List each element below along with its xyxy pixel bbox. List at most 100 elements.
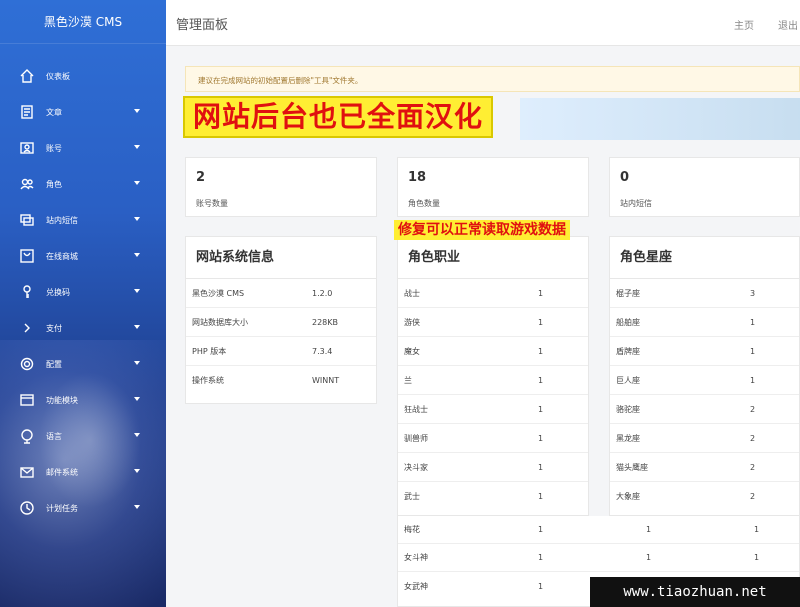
stat-label: 账号数量 [196,199,228,208]
row-key: 狂战士 [404,404,428,414]
table-row: 兰1 [398,366,588,395]
sidebar-item-shop[interactable]: 在线商城 [0,238,166,274]
sidebar-item-label: 角色 [46,179,62,189]
row-key: PHP 版本 [192,346,227,356]
home-icon [18,67,36,85]
globe-icon [18,427,36,445]
row-value: 1 [538,525,544,534]
chevron-down-icon [134,253,140,257]
chevron-down-icon [134,145,140,149]
row-key: 黑色沙漠 CMS [192,288,245,298]
row-key: 网站数据库大小 [192,317,248,327]
row-key: 战士 [404,288,420,298]
table-row: 操作系统 WINNT [186,366,376,395]
stat-card-accounts: 2 账号数量 [185,157,377,217]
brand-title[interactable]: 黑色沙漠 CMS [0,0,166,44]
row-value: 1 [538,492,544,501]
sidebar-item-label: 在线商城 [46,251,78,261]
row-key: 大象座 [616,492,640,501]
row-value: 2 [750,462,756,472]
overlay-caption-main: 网站后台也已全面汉化 [183,96,494,138]
chevron-down-icon [134,469,140,473]
row-key: 游侠 [404,317,420,327]
row-key: 盾牌座 [616,346,640,356]
table-row: 大象座 2 [610,482,799,511]
sidebar-item-redeem-codes[interactable]: 兑换码 [0,274,166,310]
table-row: 巨人座 1 [610,366,799,395]
row-value: 1 [538,346,544,356]
stat-value: 18 [408,170,427,185]
chevron-down-icon [134,109,140,113]
table-row: 女斗神 1 1 1 [398,544,799,572]
gear-icon [18,355,36,373]
chevron-down-icon [134,217,140,221]
row-value: 1 [538,375,544,385]
sidebar-item-mail[interactable]: 邮件系统 [0,454,166,490]
sidebar: 黑色沙漠 CMS 仪表板 文章 账号 角色 站内短信 在线商城 兑换码 支付 配… [0,0,166,607]
table-row: 网站数据库大小 228KB [186,308,376,337]
panel-title: 角色星座 [610,237,799,279]
table-row: 盾牌座 1 [610,337,799,366]
logout-link[interactable]: 退出 [778,17,798,32]
sidebar-item-accounts[interactable]: 账号 [0,130,166,166]
sidebar-item-articles[interactable]: 文章 [0,94,166,130]
row-value: 1 [646,553,652,562]
sidebar-nav: 仪表板 文章 账号 角色 站内短信 在线商城 兑换码 支付 配置 功能模块 语言… [0,58,166,526]
messages-icon [18,211,36,229]
row-value: 2 [750,492,756,501]
page-title: 管理面板 [176,18,229,33]
stat-card-characters: 18 角色数量 [397,157,589,217]
watermark-banner: www.tiaozhuan.net [590,577,800,607]
row-key: 武士 [404,492,420,501]
stat-value: 0 [620,170,630,185]
home-link[interactable]: 主页 [734,17,754,32]
chevron-down-icon [134,325,140,329]
row-value: 1 [538,404,544,414]
chevron-right-icon [18,319,36,337]
sidebar-item-modules[interactable]: 功能模块 [0,382,166,418]
row-value: 1 [754,553,760,562]
row-value: 1 [538,288,544,298]
sidebar-item-label: 兑换码 [46,287,70,297]
row-key: 棍子座 [616,288,640,298]
row-value: 2 [750,404,756,414]
row-value: 1 [538,553,544,562]
row-key: 决斗家 [404,462,428,472]
sidebar-item-language[interactable]: 语言 [0,418,166,454]
row-value: 1 [754,525,760,534]
chevron-down-icon [134,397,140,401]
row-value: 1 [750,375,756,385]
table-row: 猫头鹰座 2 [610,453,799,482]
top-header: 管理面板 主页 退出 [166,0,800,46]
sidebar-item-label: 邮件系统 [46,467,78,477]
sidebar-item-label: 语言 [46,431,62,441]
clock-icon [18,499,36,517]
table-row: 梅花 1 1 1 [398,516,799,544]
table-row: 魔女 1 [398,337,588,366]
table-row: 船舶座 1 [610,308,799,337]
sidebar-item-scheduled-tasks[interactable]: 计划任务 [0,490,166,526]
article-icon [18,103,36,121]
row-value: 1 [538,317,544,327]
row-value: 2 [750,433,756,443]
sidebar-item-settings[interactable]: 配置 [0,346,166,382]
module-icon [18,391,36,409]
sidebar-item-characters[interactable]: 角色 [0,166,166,202]
sidebar-item-label: 支付 [46,323,62,333]
sidebar-item-label: 站内短信 [46,215,78,225]
row-key: 兰 [404,375,412,385]
table-row: 黑色沙漠 CMS 1.2.0 [186,279,376,308]
row-key: 猫头鹰座 [616,462,648,472]
row-value: 1 [750,346,756,356]
sidebar-item-dashboard[interactable]: 仪表板 [0,58,166,94]
chevron-down-icon [134,433,140,437]
row-value: 228KB [312,317,339,327]
stat-card-messages: 0 站内短信 [609,157,800,217]
panel-title: 网站系统信息 [186,237,376,279]
row-value: 1 [538,462,544,472]
row-key: 骆驼座 [616,404,640,414]
sidebar-item-messages[interactable]: 站内短信 [0,202,166,238]
chevron-down-icon [134,181,140,185]
sidebar-item-payment[interactable]: 支付 [0,310,166,346]
row-value: 1 [538,433,544,443]
